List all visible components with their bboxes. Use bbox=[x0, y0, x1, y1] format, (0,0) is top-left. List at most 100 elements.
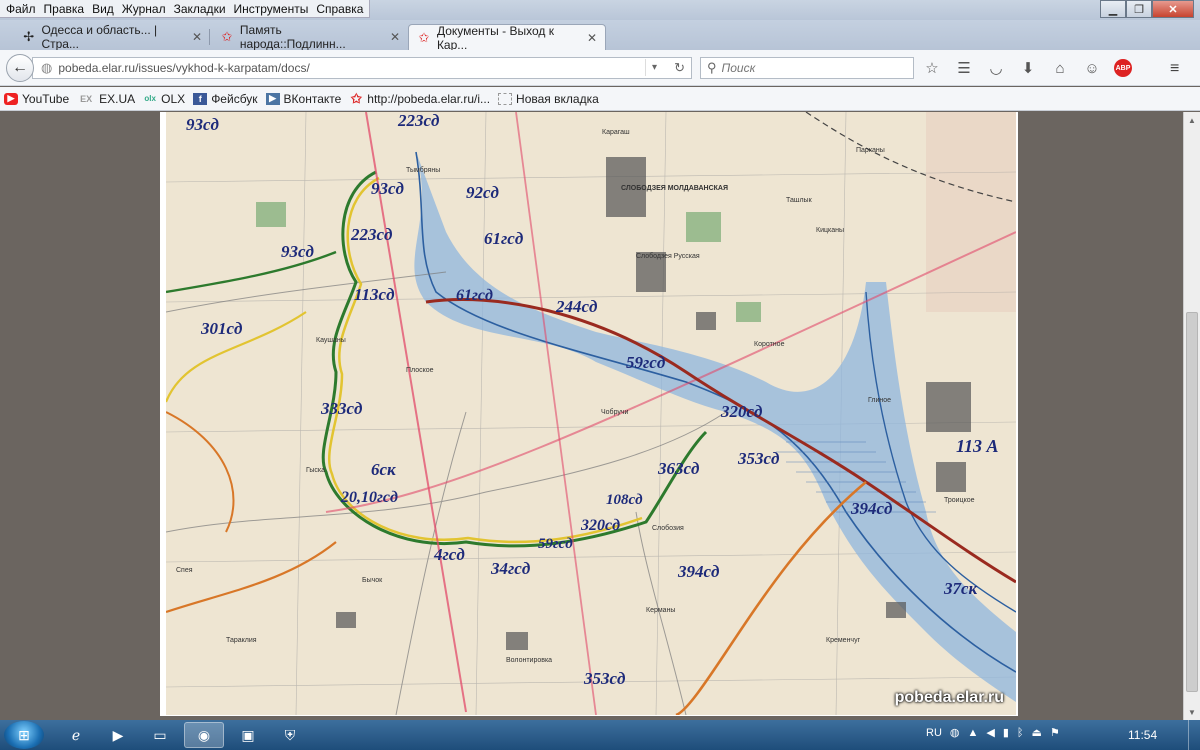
place-name: Карагаш bbox=[602, 129, 630, 136]
bookmark-label: Новая вкладка bbox=[516, 91, 599, 106]
start-button[interactable]: ⊞ bbox=[4, 721, 44, 749]
menu-file[interactable]: Файл bbox=[2, 0, 40, 17]
close-tab-icon[interactable]: ✕ bbox=[390, 30, 400, 44]
back-arrow-icon: ← bbox=[12, 59, 28, 76]
bookmark-new-tab[interactable]: Новая вкладка bbox=[498, 92, 599, 106]
vk-icon: ▶ bbox=[265, 92, 280, 105]
bookmark-label: http://pobeda.elar.ru/i... bbox=[367, 91, 491, 106]
media-player-icon[interactable]: ▶ bbox=[98, 722, 138, 748]
close-tab-icon[interactable]: ✕ bbox=[192, 30, 202, 44]
clock[interactable]: 11:54 bbox=[1128, 728, 1157, 742]
tab-documents[interactable]: ✩ Документы - Выход к Кар... ✕ bbox=[408, 23, 606, 52]
home-icon[interactable]: ⌂ bbox=[1050, 59, 1070, 77]
navigation-bar: ◍ ▾ ↻ ← ⚲ ☆ ☰ ◡ ⬇ ⌂ ☺ ABP ≡ bbox=[0, 50, 1200, 86]
bookmark-star-icon[interactable]: ☆ bbox=[922, 59, 942, 77]
tab-bar: ✢ Одесса и область... | Стра... ✕ ✩ Памя… bbox=[0, 20, 1200, 65]
unit-label: 244сд bbox=[555, 297, 598, 316]
bookmark-pobeda[interactable]: ✩ http://pobeda.elar.ru/i... bbox=[349, 91, 491, 106]
explorer-icon[interactable]: ▭ bbox=[140, 722, 180, 748]
place-name: Тараклия bbox=[226, 637, 257, 644]
menu-view[interactable]: Вид bbox=[88, 0, 118, 17]
map-drawing: 93сд 223сд 93сд 92сд 223сд 93сд 301сд 11… bbox=[166, 112, 1016, 715]
vertical-scrollbar[interactable]: ▲ ▼ bbox=[1183, 112, 1200, 720]
ati-icon[interactable]: ▲ bbox=[968, 727, 979, 739]
ie-icon[interactable]: ℯ bbox=[56, 722, 96, 748]
antivirus-icon[interactable]: ⛨ bbox=[270, 722, 310, 748]
maximize-icon[interactable]: ❐ bbox=[1126, 0, 1152, 18]
tab-pamyat-naroda[interactable]: ✩ Память народа::Подлинн... ✕ bbox=[212, 23, 408, 51]
reload-icon[interactable]: ↻ bbox=[674, 60, 685, 76]
scroll-thumb[interactable] bbox=[1186, 312, 1198, 692]
language-indicator[interactable]: RU bbox=[926, 727, 942, 739]
url-input[interactable] bbox=[58, 61, 619, 75]
bookmark-facebook[interactable]: f Фейсбук bbox=[193, 92, 258, 106]
search-input[interactable] bbox=[721, 61, 902, 75]
minimize-icon[interactable]: ▁ bbox=[1100, 0, 1126, 18]
place-name: Ташлык bbox=[786, 197, 813, 204]
search-box[interactable]: ⚲ bbox=[700, 57, 914, 79]
scroll-up-icon[interactable]: ▲ bbox=[1184, 112, 1200, 128]
unit-label: 61гсд bbox=[484, 229, 524, 248]
tab-label: Одесса и область... | Стра... bbox=[41, 23, 158, 51]
red-star-icon: ✩ bbox=[418, 29, 430, 45]
reading-list-icon[interactable]: ☰ bbox=[954, 59, 974, 77]
system-tray: RU ◍ ▲ ◀ ▮ ᛒ ⏏ ⚑ bbox=[926, 726, 1060, 740]
unit-label: 6ск bbox=[371, 460, 396, 479]
unit-label: 61гсд bbox=[456, 287, 493, 304]
unit-label: 333сд bbox=[320, 399, 363, 418]
menu-edit[interactable]: Правка bbox=[40, 0, 89, 17]
menu-list: Файл Правка Вид Журнал Закладки Инструме… bbox=[0, 0, 371, 18]
unit-label: 223сд bbox=[397, 112, 440, 130]
scroll-down-icon[interactable]: ▼ bbox=[1184, 704, 1200, 720]
tab-label: Документы - Выход к Кар... bbox=[436, 23, 554, 52]
menu-history[interactable]: Журнал bbox=[118, 0, 170, 17]
bookmark-vk[interactable]: ▶ ВКонтакте bbox=[265, 92, 341, 106]
menu-bar: Файл Правка Вид Журнал Закладки Инструме… bbox=[0, 0, 1200, 20]
download-icon[interactable]: ⬇ bbox=[1018, 59, 1038, 77]
unit-label: 108сд bbox=[606, 492, 643, 508]
removable-device-icon[interactable]: ⏏ bbox=[1032, 726, 1042, 739]
bookmark-olx[interactable]: olx OLX bbox=[143, 92, 185, 106]
place-name: Каушаны bbox=[316, 337, 346, 344]
action-center-icon[interactable]: ⚑ bbox=[1050, 726, 1060, 739]
back-button[interactable]: ← bbox=[6, 54, 34, 82]
save-disk-icon[interactable]: ▣ bbox=[228, 722, 268, 748]
bookmark-youtube[interactable]: ▶ YouTube bbox=[4, 92, 69, 106]
place-name: Тымбряны bbox=[406, 166, 440, 174]
unit-label: 394сд bbox=[850, 499, 893, 518]
windows-taskbar: ⊞ ℯ ▶ ▭ ◉ ▣ ⛨ RU ◍ ▲ ◀ ▮ ᛒ ⏏ ⚑ 11:54 bbox=[0, 720, 1200, 750]
menu-tools[interactable]: Инструменты bbox=[230, 0, 313, 17]
menu-help[interactable]: Справка bbox=[312, 0, 367, 17]
pocket-icon[interactable]: ◡ bbox=[986, 59, 1006, 77]
close-tab-icon[interactable]: ✕ bbox=[587, 31, 597, 45]
volume-icon[interactable]: ◀ bbox=[986, 726, 994, 739]
place-name: СЛОБОДЗЕЯ МОЛДАВАНСКАЯ bbox=[621, 185, 728, 192]
unit-label: 353сд bbox=[737, 449, 780, 468]
menu-bookmarks[interactable]: Закладки bbox=[170, 0, 230, 17]
bookmark-exua[interactable]: EX EX.UA bbox=[77, 92, 135, 106]
unit-label: 34гсд bbox=[490, 559, 531, 578]
signal-icon[interactable]: ▮ bbox=[1003, 726, 1009, 739]
unit-label: 223сд bbox=[350, 225, 393, 244]
military-map[interactable]: 93сд 223сд 93сд 92сд 223сд 93сд 301сд 11… bbox=[166, 112, 1016, 715]
unit-label: 20,10гсд bbox=[340, 489, 398, 506]
menu-icon[interactable]: ≡ bbox=[1170, 60, 1179, 78]
history-dropdown-icon[interactable]: ▾ bbox=[644, 59, 663, 76]
exua-icon: EX bbox=[80, 93, 93, 104]
tab-separator bbox=[209, 29, 210, 45]
place-name: Слобозия bbox=[652, 524, 684, 532]
place-name: Кременчуг bbox=[826, 637, 861, 644]
unit-label: 320сд bbox=[720, 402, 763, 421]
show-desktop-button[interactable] bbox=[1188, 720, 1200, 750]
unit-label: 59гсд bbox=[538, 536, 573, 552]
close-icon[interactable]: ✕ bbox=[1152, 0, 1194, 18]
firefox-icon[interactable]: ◉ bbox=[184, 722, 224, 748]
tab-odessa[interactable]: ✢ Одесса и область... | Стра... ✕ bbox=[14, 23, 210, 51]
adblock-icon[interactable]: ABP bbox=[1114, 59, 1132, 77]
address-bar[interactable]: ◍ ▾ ↻ bbox=[32, 57, 692, 79]
bluetooth-icon[interactable]: ᛒ bbox=[1017, 727, 1024, 739]
unit-label: 4гсд bbox=[433, 545, 465, 564]
hello-chat-icon[interactable]: ☺ bbox=[1082, 59, 1102, 77]
network-globe-icon[interactable]: ◍ bbox=[950, 726, 960, 739]
place-name: Бычок bbox=[362, 577, 383, 584]
